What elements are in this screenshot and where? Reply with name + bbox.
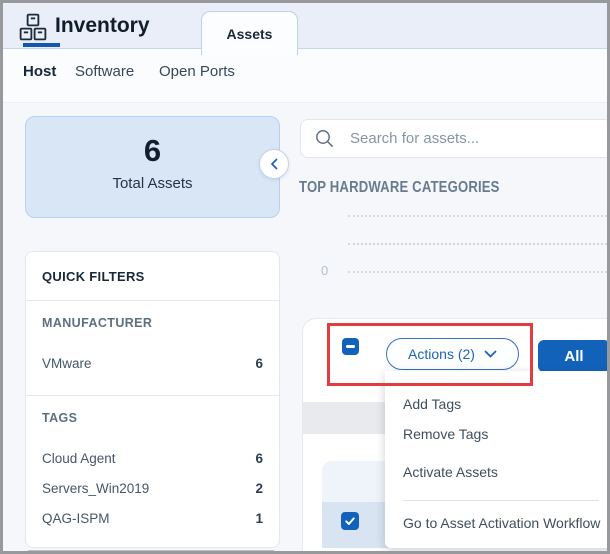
filter-label: VMware	[42, 355, 92, 371]
menu-divider	[403, 500, 599, 501]
filter-count: 2	[255, 480, 263, 496]
actions-button-label: Actions (2)	[408, 346, 475, 362]
divider	[26, 395, 279, 396]
divider	[26, 300, 279, 301]
chart-gridline	[348, 215, 607, 217]
search-input[interactable]	[350, 130, 580, 147]
menu-item-remove-tags[interactable]: Remove Tags	[403, 426, 488, 446]
active-nav-underline	[23, 43, 60, 47]
menu-item-activate-assets[interactable]: Activate Assets	[403, 464, 498, 484]
select-all-checkbox-indeterminate[interactable]	[342, 338, 359, 355]
chart-y-tick: 0	[321, 263, 329, 278]
menu-item-add-tags[interactable]: Add Tags	[403, 396, 461, 416]
quick-filters-panel: QUICK FILTERS MANUFACTURER VMware 6 TAGS…	[25, 251, 280, 548]
chart-gridline	[348, 243, 607, 245]
filter-item-servers-win2019[interactable]: Servers_Win2019 2	[42, 479, 263, 497]
filter-count: 1	[255, 510, 263, 526]
check-icon	[345, 517, 355, 525]
total-assets-count: 6	[143, 133, 162, 168]
minus-icon	[346, 345, 355, 348]
filter-group-tags: TAGS	[42, 411, 78, 425]
asset-search-box	[300, 119, 607, 158]
filter-item-cloud-agent[interactable]: Cloud Agent 6	[42, 449, 263, 467]
filter-item-vmware[interactable]: VMware 6	[42, 354, 263, 372]
chart-gridline	[348, 271, 607, 273]
hardware-chart-title: TOP HARDWARE CATEGORIES	[299, 179, 500, 196]
all-button[interactable]: All	[538, 340, 607, 372]
total-assets-card[interactable]: 6 Total Assets	[25, 116, 280, 218]
search-icon	[316, 130, 333, 147]
filter-group-manufacturer: MANUFACTURER	[42, 316, 153, 330]
filter-label: Servers_Win2019	[42, 480, 150, 496]
nav-item-host[interactable]: Host	[23, 63, 56, 80]
page-title: Inventory	[55, 14, 150, 37]
row-checkbox-checked[interactable]	[341, 512, 359, 530]
horizontal-scrollbar[interactable]	[27, 550, 275, 551]
chevron-down-icon	[484, 350, 497, 358]
actions-menu: Add Tags Remove Tags Activate Assets Go …	[385, 371, 607, 548]
menu-item-go-to-asset-activation-workflow[interactable]: Go to Asset Activation Workflow	[403, 515, 600, 535]
inventory-icon	[19, 13, 47, 41]
app-window: Inventory Assets Host Software Open Port…	[0, 0, 610, 554]
nav-item-software[interactable]: Software	[75, 63, 134, 80]
filter-count: 6	[255, 355, 263, 371]
filter-item-qag-ispm[interactable]: QAG-ISPM 1	[42, 509, 263, 527]
total-assets-label: Total Assets	[112, 175, 193, 192]
actions-dropdown-button[interactable]: Actions (2)	[386, 338, 519, 370]
nav-item-open-ports[interactable]: Open Ports	[159, 63, 235, 80]
chevron-left-icon	[270, 158, 277, 170]
quick-filters-title: QUICK FILTERS	[42, 269, 145, 284]
filter-label: Cloud Agent	[42, 450, 116, 466]
collapse-panel-button[interactable]	[259, 149, 289, 179]
tab-assets[interactable]: Assets	[201, 11, 298, 55]
filter-label: QAG-ISPM	[42, 510, 110, 526]
filter-count: 6	[255, 450, 263, 466]
